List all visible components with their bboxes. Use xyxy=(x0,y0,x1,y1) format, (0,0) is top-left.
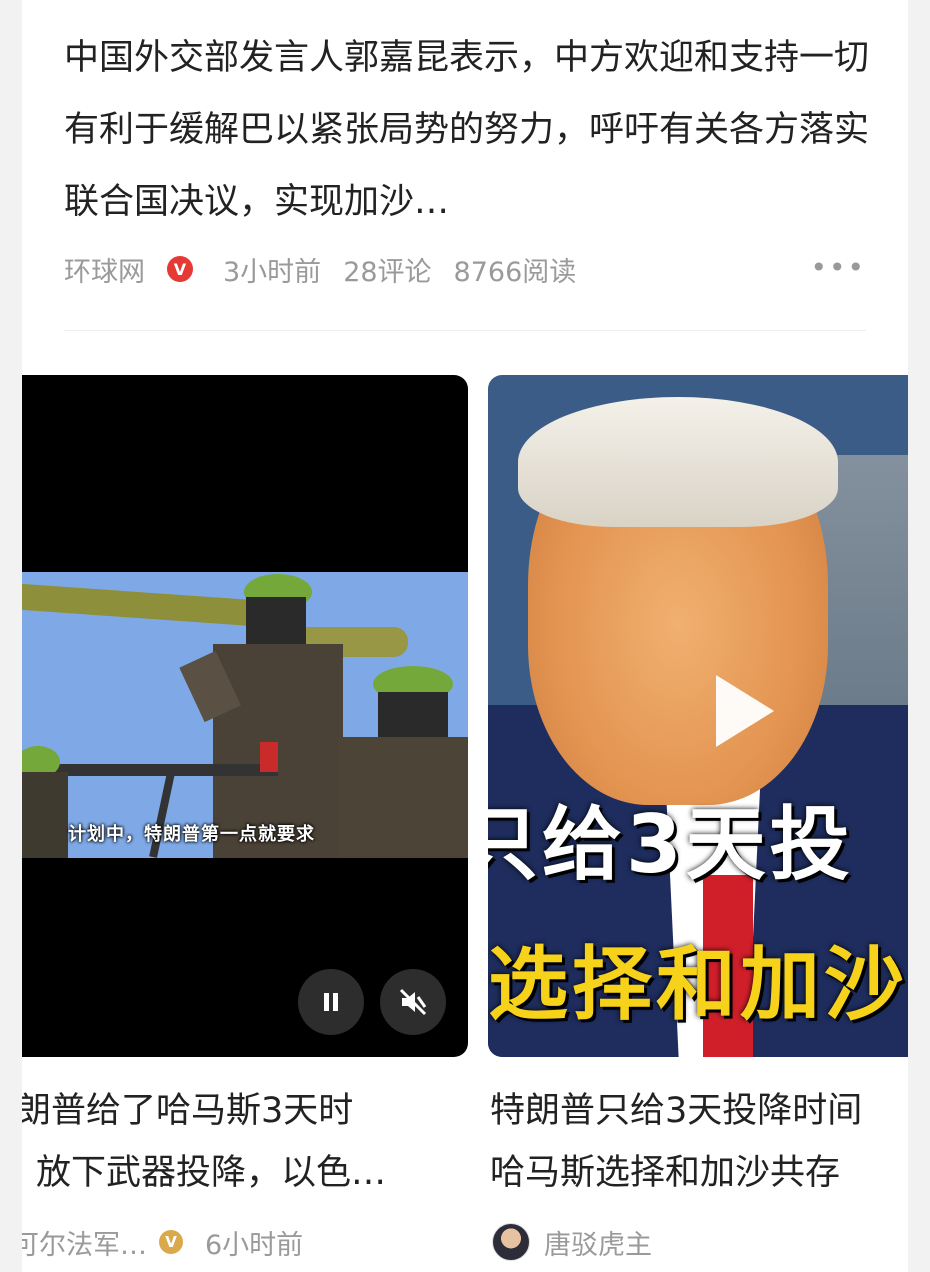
video-subtitle: 计划中，特朗普第一点就要求 xyxy=(68,824,315,845)
left-card-meta: 可尔法军… V 6小时前 xyxy=(22,1222,303,1262)
left-card-time: 6小时前 xyxy=(205,1229,304,1261)
right-card-meta: 唐驳虎主 xyxy=(492,1222,908,1262)
comment-count[interactable]: 28评论 xyxy=(343,250,431,289)
avatar[interactable] xyxy=(492,1223,530,1261)
read-count: 8766阅读 xyxy=(453,256,577,288)
left-card-title-line2: 放下武器投降，以色… xyxy=(36,1153,387,1193)
pause-icon[interactable] xyxy=(298,969,364,1035)
overlay-caption-yellow: 选择和加沙 xyxy=(488,938,908,1031)
right-card-title-line2: 哈马斯选择和加沙共存 xyxy=(490,1153,841,1193)
play-icon[interactable] xyxy=(716,675,774,747)
video-card-right[interactable]: 只给3天投 选择和加沙 xyxy=(488,375,908,1057)
right-card-author[interactable]: 唐驳虎主 xyxy=(544,1223,652,1262)
hair xyxy=(518,397,838,527)
source-name[interactable]: 环球网 xyxy=(64,250,145,289)
publish-time: 3小时前 xyxy=(223,256,322,288)
feed-card: 中国外交部发言人郭嘉昆表示，中方欢迎和支持一切有利于缓解巴以紧张局势的努力，呼吁… xyxy=(22,0,908,1272)
divider xyxy=(64,330,866,331)
video-frame: 计划中，特朗普第一点就要求 xyxy=(22,572,468,858)
article-meta: 环球网 V 3小时前 28评论 8766阅读 xyxy=(64,248,598,290)
mute-icon[interactable] xyxy=(380,969,446,1035)
article-title[interactable]: 中国外交部发言人郭嘉昆表示，中方欢迎和支持一切有利于缓解巴以紧张局势的努力，呼吁… xyxy=(64,22,874,238)
left-card-title[interactable]: 朗普给了哈马斯3天时 放下武器投降，以色… xyxy=(22,1080,476,1204)
overlay-caption-white: 只给3天投 xyxy=(488,798,854,891)
left-card-title-line1: 朗普给了哈马斯3天时 xyxy=(22,1091,354,1131)
gold-verified-icon: V xyxy=(159,1230,183,1254)
left-card-source[interactable]: 可尔法军… xyxy=(22,1223,147,1262)
right-card-title-line1: 特朗普只给3天投降时间 xyxy=(490,1091,863,1131)
verified-badge-icon: V xyxy=(167,256,193,282)
more-dots-icon[interactable]: ••• xyxy=(810,254,866,282)
video-card-left[interactable]: 计划中，特朗普第一点就要求 xyxy=(22,375,468,1057)
soldiers-scene xyxy=(22,572,468,858)
right-card-title[interactable]: 特朗普只给3天投降时间 哈马斯选择和加沙共存 xyxy=(490,1080,908,1204)
